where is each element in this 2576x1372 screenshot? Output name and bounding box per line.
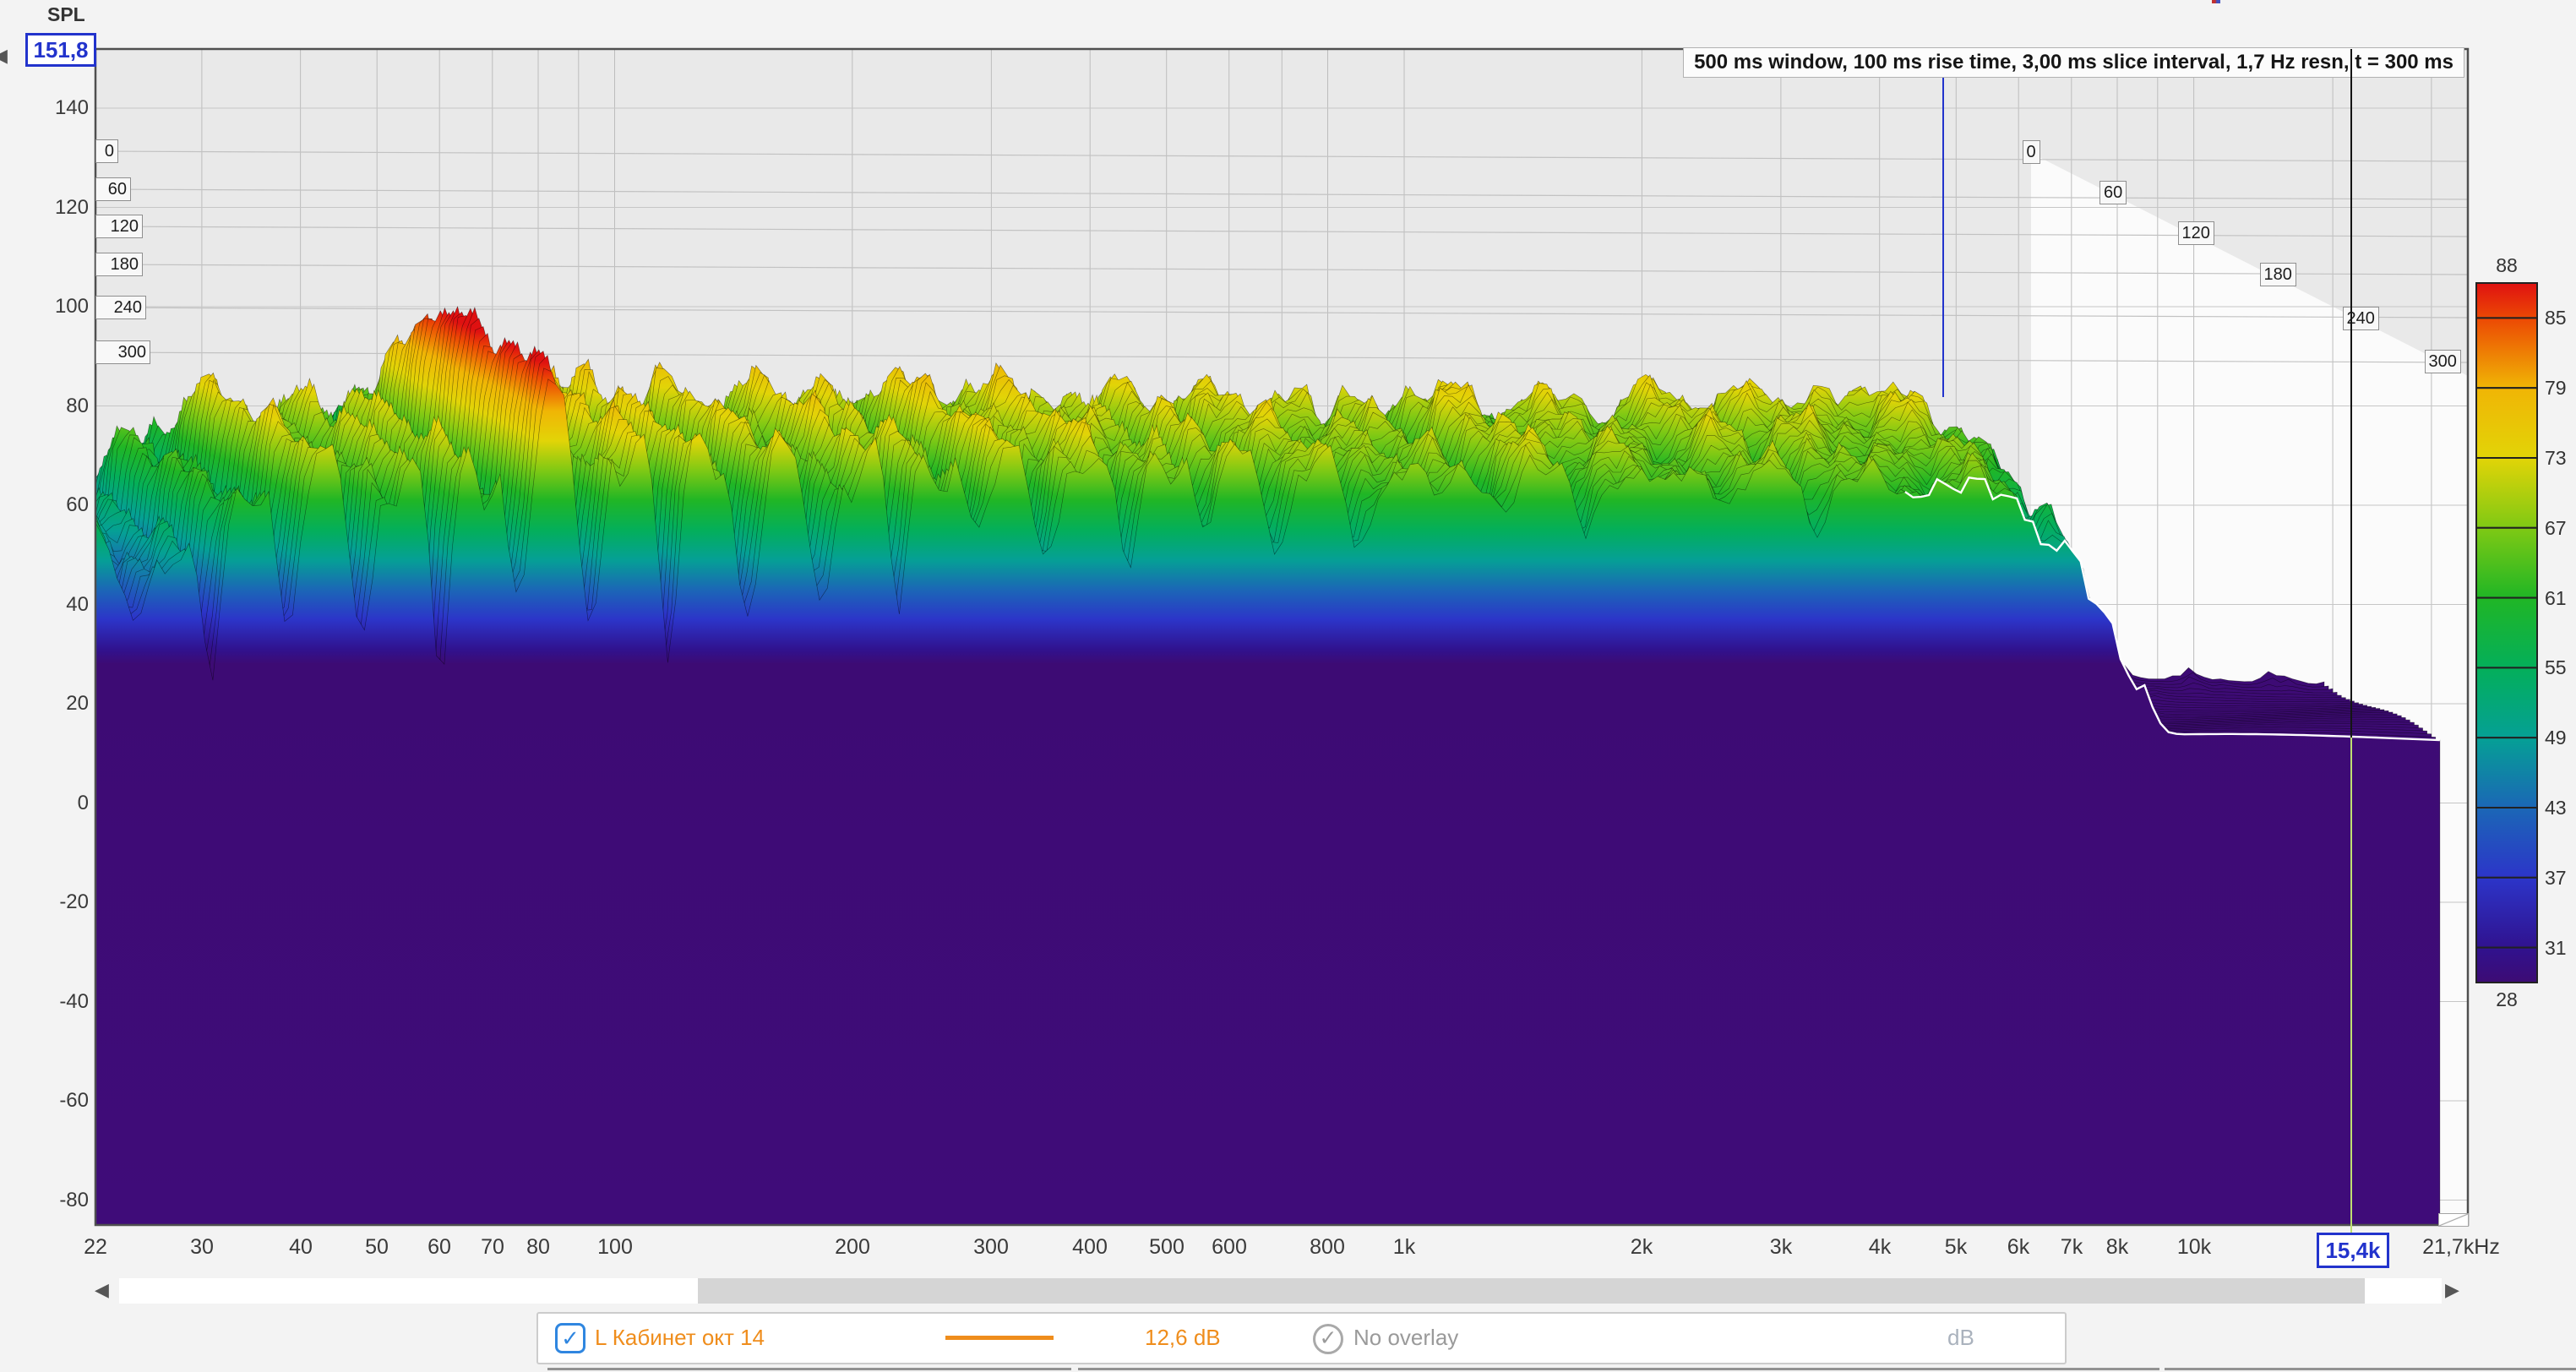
x-axis-tick-label: 200 [806,1235,899,1260]
y-axis-tick-label: 60 [28,493,89,517]
measurement-label[interactable]: L Кабинет окт 14 [595,1325,765,1351]
y-axis-tick-label: 100 [28,295,89,318]
frequency-cursor-line[interactable] [2350,49,2352,738]
time-tick-box-left: 60 [95,177,131,201]
x-axis-tick-label: 2k [1595,1235,1688,1260]
measurement-line-swatch [945,1336,1054,1340]
colorbar-tick-label: 31 [2545,937,2576,960]
colorbar-tick-label: 79 [2545,377,2576,400]
scrollbar-left-arrow-icon[interactable]: ◀ [95,1278,109,1302]
x-axis-tick-label: 3k [1735,1235,1827,1260]
bottom-divider [547,1368,1071,1370]
x-axis-tick-label: 22 [49,1235,142,1260]
time-tick-box-right: 120 [2178,221,2214,245]
labels-layer: 140120100806040200-20-40-60-802230405060… [0,0,2576,1372]
no-data-corner [2438,1213,2469,1227]
time-tick-box-right: 300 [2425,350,2461,373]
colorbar-tick-label: 37 [2545,867,2576,890]
colorbar-tick-label: 67 [2545,517,2576,540]
frequency-cursor-line-on-data[interactable] [2350,738,2352,1235]
time-tick-box-right: 240 [2343,307,2379,330]
y-axis-tick-label: -80 [28,1189,89,1212]
spectrogram-window: SPL 151,8 ◀ 500 ms window, 100 ms rise t… [0,0,2576,1372]
colorbar-tick-label: 43 [2545,797,2576,819]
y-axis-tick-label: 20 [28,692,89,716]
y-axis-tick-label: -20 [28,890,89,914]
colorbar-tick-label: 49 [2545,727,2576,749]
y-axis-tick-label: 0 [28,792,89,815]
y-axis-tick-label: 120 [28,196,89,220]
measurement-checkbox[interactable]: ✓ [555,1323,585,1353]
overlay-label: No overlay [1353,1325,1458,1351]
colorbar-tick-label: 61 [2545,587,2576,610]
colorbar-tick-label: 73 [2545,447,2576,470]
bottom-divider [2165,1368,2576,1370]
x-axis-tick-label: 1k [1358,1235,1451,1260]
colorbar-max-label: 88 [2481,254,2532,277]
time-tick-box-left: 0 [95,139,118,163]
legend-bar: ✓ L Кабинет окт 14 12,6 dB ✓ No overlay … [536,1312,2067,1364]
x-axis-tick-label: 30 [155,1235,248,1260]
y-axis-tick-label: 80 [28,395,89,418]
colorbar-tick-label: 55 [2545,656,2576,679]
time-tick-box-right: 60 [2099,181,2127,204]
time-tick-box-right: 180 [2260,263,2296,286]
y-axis-tick-label: 140 [28,96,89,120]
unit-field: dB [1947,1325,1974,1351]
x-axis-tick-label: 100 [569,1235,662,1260]
time-tick-box-left: 120 [95,215,143,238]
x-axis-tick-label: 600 [1183,1235,1276,1260]
time-tick-box-right: 0 [2023,140,2040,164]
level-value: 12,6 dB [1145,1325,1221,1351]
time-tick-box-left: 180 [95,253,143,276]
overlay-checkbox[interactable]: ✓ [1313,1324,1343,1354]
time-tick-box-left: 240 [95,296,146,319]
x-axis-tick-label: 300 [945,1235,1037,1260]
colorbar-min-label: 28 [2481,988,2532,1011]
colorbar-tick-label: 85 [2545,307,2576,329]
frequency-cursor-readout: 15,4k [2317,1233,2389,1268]
clipped-toolbar-speck [2212,0,2220,3]
y-axis-tick-label: 40 [28,593,89,617]
axis-end-frequency-label: 21,7kHz [2406,1235,2516,1260]
bottom-divider [1078,1368,2159,1370]
scrollbar-thumb[interactable] [698,1278,2365,1304]
x-axis-tick-label: 10k [2148,1235,2241,1260]
y-axis-tick-label: -60 [28,1089,89,1113]
y-axis-tick-label: -40 [28,990,89,1014]
scrollbar-right-arrow-icon[interactable]: ▶ [2445,1278,2459,1302]
time-tick-box-left: 300 [95,340,150,364]
